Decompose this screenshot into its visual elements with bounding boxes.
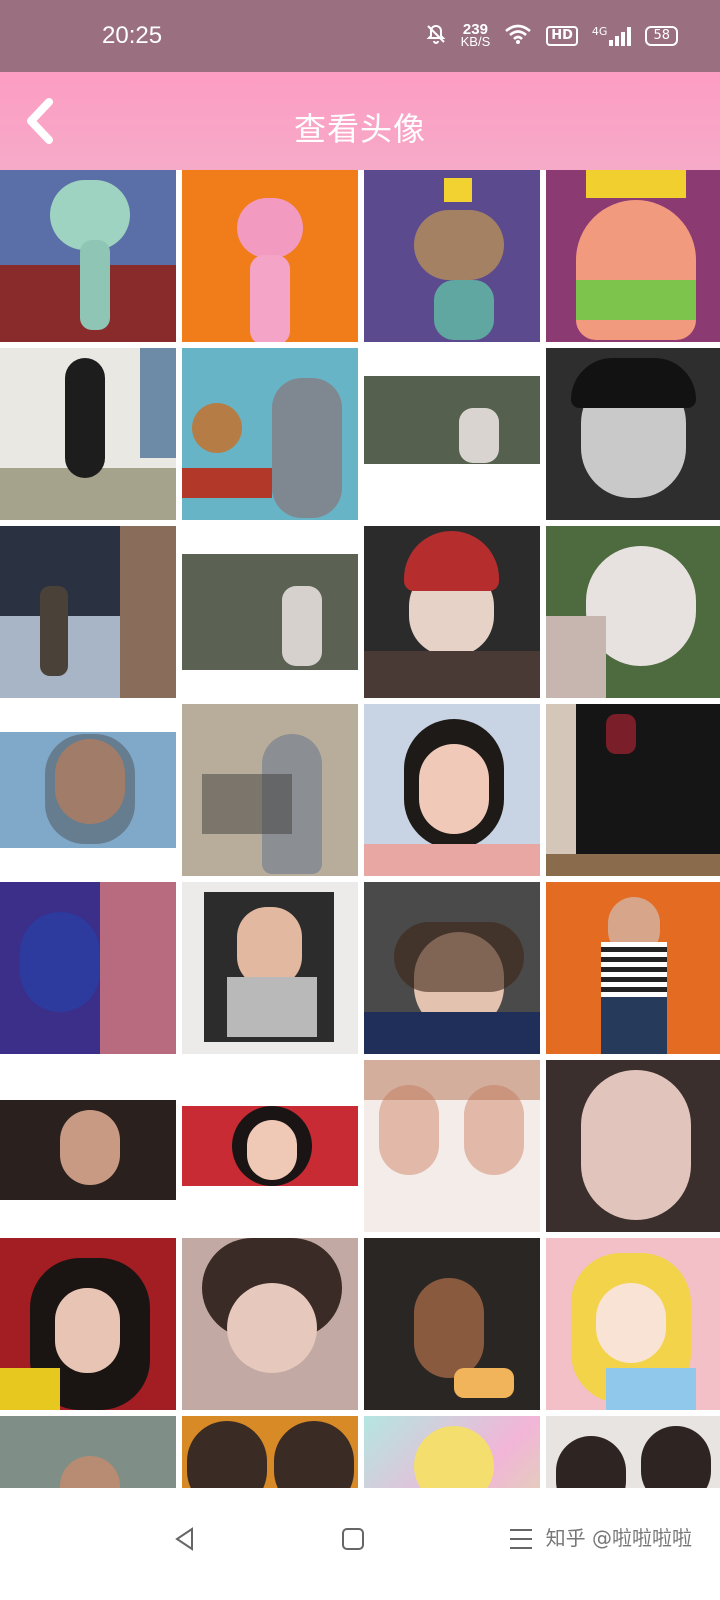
avatar-hair-girl[interactable] [0, 1238, 176, 1410]
network-type: 4G [591, 25, 608, 38]
status-icons: 239 KB/S HD 4G 58 [425, 22, 678, 50]
avatar-garden-boy[interactable] [364, 348, 540, 520]
net-speed: 239 KB/S [460, 22, 491, 49]
avatar-couple[interactable] [182, 1416, 358, 1488]
avatar-sailor-moon[interactable] [364, 1416, 540, 1488]
avatar-soft-girl[interactable] [182, 1238, 358, 1410]
nav-menu-button[interactable] [496, 1514, 546, 1564]
avatar-photo-strip[interactable] [546, 1416, 720, 1488]
avatar-twin-portrait[interactable] [364, 1060, 540, 1232]
bell-off-icon [425, 23, 447, 49]
watermark: 知乎 @啦啦啦啦 [545, 1526, 692, 1550]
avatar-lying-girl[interactable] [364, 882, 540, 1054]
hd-badge: HD [546, 26, 578, 46]
avatar-cake-girl[interactable] [364, 1238, 540, 1410]
avatar-laughing-girl[interactable] [182, 1060, 358, 1232]
avatar-pale-woman[interactable] [546, 1060, 720, 1232]
avatar-wine-glass[interactable] [546, 704, 720, 876]
avatar-pink-panther[interactable] [182, 170, 358, 342]
avatar-polaroid-girl[interactable] [182, 882, 358, 1054]
avatar-mouse-king[interactable] [364, 170, 540, 342]
menu-lines-icon [510, 1529, 532, 1549]
avatar-blue-profile[interactable] [0, 882, 176, 1054]
avatar-alice[interactable] [546, 1238, 720, 1410]
net-speed-unit: KB/S [460, 34, 491, 49]
avatar-grid [0, 170, 720, 1488]
avatar-white-cat[interactable] [546, 526, 720, 698]
avatar-garden-boy-2[interactable] [182, 526, 358, 698]
avatar-ink-painting[interactable] [182, 704, 358, 876]
avatar-dark-portrait[interactable] [0, 1060, 176, 1232]
wifi-icon [504, 23, 532, 49]
avatar-striped-top[interactable] [546, 882, 720, 1054]
signal-icon: 4G [592, 26, 632, 46]
status-time: 20:25 [102, 22, 163, 49]
back-triangle-icon [175, 1527, 193, 1551]
battery-level: 58 [653, 28, 670, 43]
home-square-icon [342, 1528, 364, 1550]
system-nav-bar: 知乎 @啦啦啦啦 [0, 1488, 720, 1600]
battery-icon: 58 [645, 26, 678, 46]
nav-back-button[interactable] [160, 1514, 210, 1564]
avatar-vintage-woman[interactable] [546, 348, 720, 520]
avatar-red-beanie-girl[interactable] [364, 526, 540, 698]
avatar-tom-jerry[interactable] [182, 348, 358, 520]
nav-home-button[interactable] [328, 1514, 378, 1564]
avatar-glasses-girl[interactable] [364, 704, 540, 876]
app-header: 查看头像 [0, 72, 720, 170]
avatar-daffy-duck[interactable] [0, 348, 176, 520]
avatar-window-girl[interactable] [0, 1416, 176, 1488]
avatar-squidward[interactable] [0, 170, 176, 342]
page-title: 查看头像 [293, 110, 426, 148]
avatar-patrick[interactable] [546, 170, 720, 342]
avatar-night-street[interactable] [0, 526, 176, 698]
status-bar: 20:25 239 KB/S HD 4G 58 [0, 0, 720, 72]
avatar-smiling-girl[interactable] [0, 704, 176, 876]
